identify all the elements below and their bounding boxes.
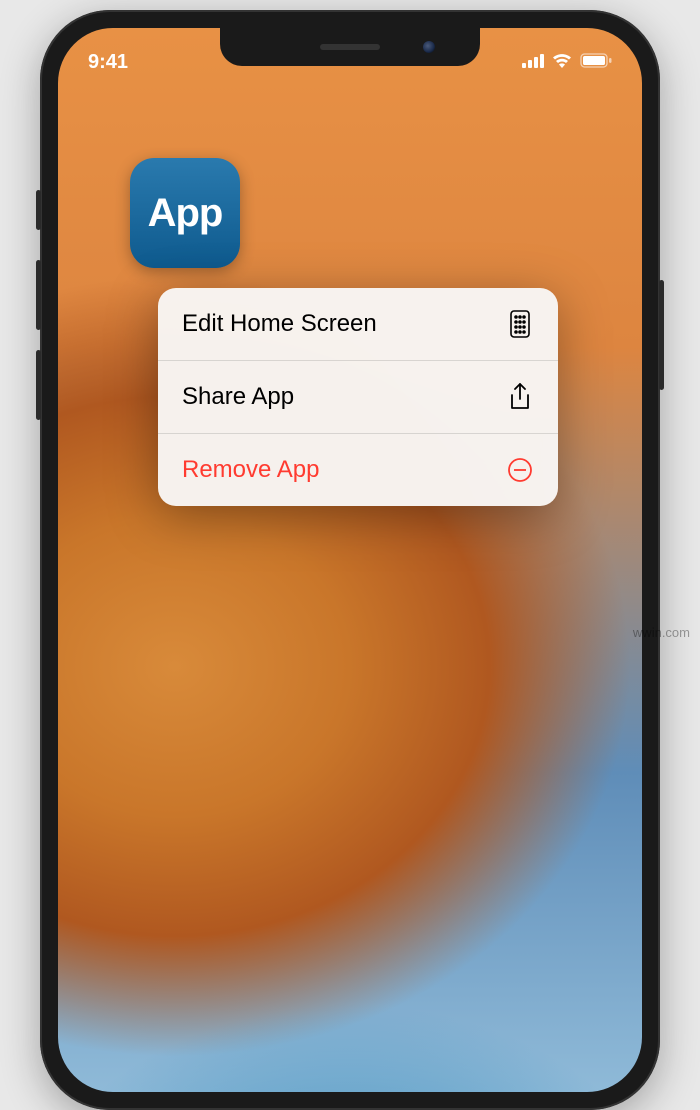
volume-up-button — [36, 260, 41, 330]
remove-circle-icon — [506, 457, 534, 483]
power-button — [659, 280, 664, 390]
mute-switch — [36, 190, 41, 230]
front-camera — [423, 41, 435, 53]
notch — [220, 28, 480, 66]
menu-item-label: Edit Home Screen — [182, 310, 377, 338]
menu-item-label: Share App — [182, 383, 294, 411]
context-menu: Edit Home Screen Share App — [158, 288, 558, 506]
status-time: 9:41 — [88, 51, 128, 74]
menu-item-label: Remove App — [182, 456, 319, 484]
share-icon — [506, 383, 534, 411]
menu-item-edit-home-screen[interactable]: Edit Home Screen — [158, 288, 558, 361]
menu-item-remove-app[interactable]: Remove App — [158, 434, 558, 506]
app-icon[interactable]: App — [130, 158, 240, 268]
menu-item-share-app[interactable]: Share App — [158, 361, 558, 434]
battery-icon — [580, 51, 612, 74]
status-indicators — [522, 51, 612, 74]
phone-screen: 9:41 — [58, 28, 642, 1092]
wifi-icon — [551, 51, 573, 74]
phone-device-frame: 9:41 — [40, 10, 660, 1110]
home-grid-icon — [506, 310, 534, 338]
watermark: wwin.com — [633, 625, 690, 640]
app-icon-label: App — [148, 191, 223, 236]
cellular-signal-icon — [522, 51, 544, 74]
speaker-grille — [320, 44, 380, 50]
volume-down-button — [36, 350, 41, 420]
